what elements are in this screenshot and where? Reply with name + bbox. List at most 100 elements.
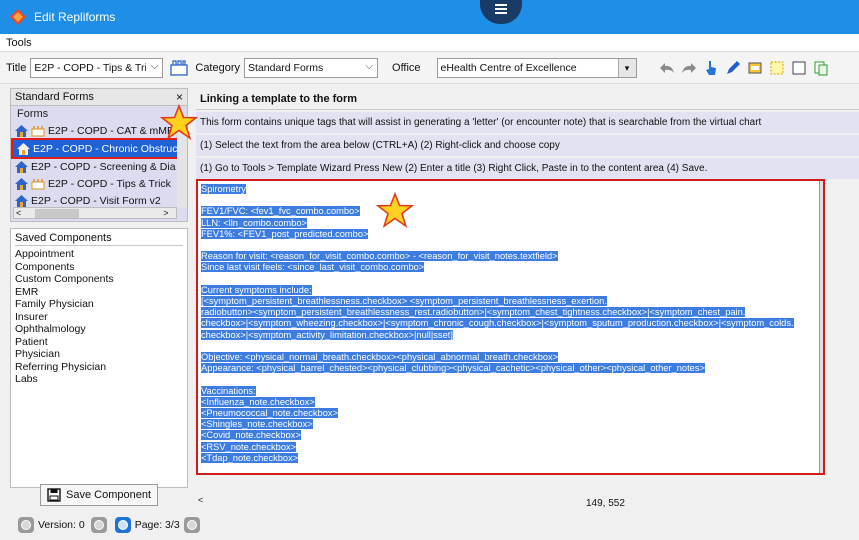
saved-item-insurer[interactable]: Insurer — [15, 311, 183, 324]
editor-line-text: FEV1%: <FEV1_post_predicted.combo> — [201, 228, 369, 239]
pen-tool-button[interactable] — [723, 58, 743, 78]
editor-line: Since last visit feels: <since_last_visi… — [201, 262, 794, 273]
chevron-down-icon: ⌵ — [150, 60, 159, 72]
forms-panel-title: Standard Forms — [15, 91, 94, 103]
annotation-star-icon — [376, 192, 414, 228]
saved-item-physician[interactable]: Physician — [15, 348, 183, 361]
editor-line-text: <RSV_note.checkbox> — [201, 441, 297, 452]
scroll-right-icon[interactable]: > — [163, 208, 168, 218]
scroll-left-icon[interactable]: < — [198, 495, 203, 505]
editor-line: [<symptom_persistent_breathlessness.chec… — [201, 295, 794, 307]
tips-icon — [31, 125, 45, 136]
editor-line: <Influenza_note.checkbox> — [201, 396, 794, 408]
pen-icon — [726, 60, 740, 74]
scroll-left-icon[interactable]: < — [16, 208, 21, 218]
editor-line: <Covid_note.checkbox> — [201, 430, 794, 441]
editor-blank-line — [201, 341, 794, 352]
house-icon — [15, 194, 28, 207]
rectangle-tool-button[interactable] — [789, 58, 809, 78]
menu-bar: Tools — [0, 34, 859, 52]
editor-line-text: <Shingles_note.checkbox> — [201, 419, 313, 430]
undo-button[interactable] — [657, 58, 677, 78]
office-combo[interactable]: eHealth Centre of Excellence ▾ — [436, 57, 637, 78]
template-text-area[interactable]: Spirometry FEV1/FVC: <fev1_fvc_combo.comb… — [196, 179, 825, 475]
saved-item-components[interactable]: Components — [15, 261, 183, 274]
left-pane: Standard Forms × Forms E2P - COPD - CAT … — [10, 88, 188, 506]
editor-blank-line — [201, 274, 794, 285]
version-prev-button[interactable] — [18, 517, 34, 533]
form-item-tips-tricks[interactable]: E2P - COPD - Tips & Trick — [11, 175, 187, 192]
form-item-label: E2P - COPD - Chronic Obstruc — [33, 142, 177, 155]
cursor-position: 149, 552 — [586, 498, 625, 509]
page-prev-button[interactable] — [114, 517, 131, 533]
title-bar: Edit Repliforms — [0, 0, 859, 34]
editor-line-text: [<symptom_persistent_breathlessness.chec… — [201, 295, 607, 306]
editor-line: <RSV_note.checkbox> — [201, 441, 794, 453]
saved-item-patient[interactable]: Patient — [15, 336, 183, 349]
save-component-button[interactable]: Save Component — [40, 484, 158, 506]
editor-line-text: Reason for visit: <reason_for_visit_comb… — [201, 251, 558, 262]
house-icon — [15, 160, 28, 173]
select-area-button[interactable] — [767, 58, 787, 78]
copy-tool-button[interactable] — [811, 58, 831, 78]
editor-blank-line — [201, 240, 794, 251]
copy-icon — [814, 61, 828, 75]
editor-line-text: radiobutton><symptom_persistent_breathle… — [201, 307, 746, 318]
annotation-star-icon — [160, 104, 198, 140]
window-menu-button[interactable] — [480, 0, 522, 24]
editor-line: <Shingles_note.checkbox> — [201, 419, 794, 430]
redo-button[interactable] — [679, 58, 699, 78]
editor-line-text: <Tdap_note.checkbox> — [201, 452, 299, 463]
office-label: Office — [392, 61, 421, 74]
saved-item-emr[interactable]: EMR — [15, 286, 183, 299]
form-item-label: E2P - COPD - Screening & Dia — [31, 160, 176, 173]
page-next-button[interactable] — [183, 517, 200, 533]
editor-line-text: Vaccinations: — [201, 385, 256, 396]
version-next-button[interactable] — [90, 517, 107, 533]
editor-line-text: <Covid_note.checkbox> — [201, 430, 301, 441]
circle-icon — [93, 520, 104, 530]
redo-icon — [681, 62, 696, 73]
saved-item-family-physician[interactable]: Family Physician — [15, 298, 183, 311]
close-icon[interactable]: × — [176, 90, 183, 104]
category-label: Category — [195, 61, 241, 74]
form-item-chronic-obstructive[interactable]: E2P - COPD - Chronic Obstruc — [11, 138, 179, 159]
form-item-screening[interactable]: E2P - COPD - Screening & Dia — [11, 158, 187, 175]
category-combo[interactable]: Standard Forms ⌵ — [244, 57, 379, 78]
editor-line: Vaccinations: — [201, 385, 794, 397]
editor-line: Objective: <physical_normal_breath.check… — [201, 351, 794, 363]
saved-item-custom-components[interactable]: Custom Components — [15, 273, 183, 286]
saved-item-referring-physician[interactable]: Referring Physician — [15, 361, 183, 374]
title-edit-button[interactable] — [169, 58, 189, 78]
pointer-tool-button[interactable] — [701, 58, 721, 78]
editor-line: <Tdap_note.checkbox> — [201, 452, 794, 464]
editor-line: Reason for visit: <reason_for_visit_comb… — [201, 251, 794, 262]
menu-tools[interactable]: Tools — [0, 37, 32, 49]
editor-line-text: Objective: <physical_normal_breath.check… — [201, 351, 559, 362]
saved-item-ophthalmology[interactable]: Ophthalmology — [15, 323, 183, 336]
scroll-thumb[interactable] — [35, 208, 80, 218]
editor-line: Spirometry — [201, 184, 794, 195]
editor-line-text: Current symptoms include: — [201, 284, 312, 295]
saved-item-labs[interactable]: Labs — [15, 373, 183, 386]
bottom-bar: Version: 0 Page: 3/3 — [0, 510, 859, 540]
title-combo[interactable]: E2P - COPD - Tips & Tricks ⌵ — [30, 57, 164, 78]
toolbar: Title E2P - COPD - Tips & Tricks ⌵ Categ… — [0, 52, 859, 84]
house-icon — [15, 177, 28, 190]
house-icon — [17, 142, 30, 155]
saved-item-appointment[interactable]: Appointment — [15, 248, 183, 261]
version-label: Version: 0 — [38, 519, 85, 531]
office-combo-value: eHealth Centre of Excellence — [440, 61, 577, 74]
textbox-tool-button[interactable] — [745, 58, 765, 78]
window-title: Edit Repliforms — [34, 10, 116, 24]
title-label: Title — [6, 61, 27, 74]
editor-line: FEV1%: <FEV1_post_predicted.combo> — [201, 228, 794, 240]
info-line-1: This form contains unique tags that will… — [196, 112, 859, 133]
dropdown-arrow-icon: ▾ — [617, 58, 636, 77]
chevron-down-icon: ⌵ — [365, 60, 374, 72]
editor-line-text: <Pneumococcal_note.checkbox> — [201, 407, 338, 418]
template-text-content: Spirometry FEV1/FVC: <fev1_fvc_combo.comb… — [201, 184, 794, 464]
editor-vertical-scrollbar[interactable] — [819, 181, 823, 473]
info-line-3: (1) Go to Tools > Template Wizard Press … — [196, 158, 859, 179]
forms-horizontal-scrollbar[interactable]: < > — [13, 207, 177, 219]
